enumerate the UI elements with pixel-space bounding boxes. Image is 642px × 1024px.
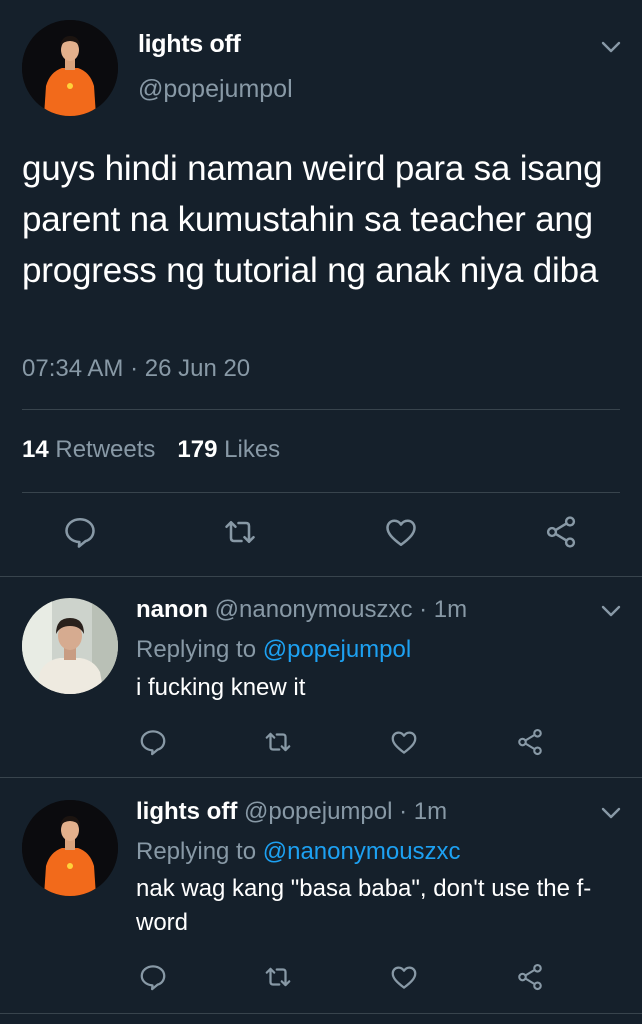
share-icon[interactable] [510,722,550,762]
share-icon[interactable] [541,512,581,552]
divider [0,777,642,778]
retweets-label: Retweets [55,436,156,463]
replying-to-label: Replying to [136,636,257,663]
divider [22,492,620,493]
share-icon[interactable] [510,957,550,997]
chevron-down-icon[interactable] [598,34,624,60]
retweet-icon[interactable] [220,512,260,552]
retweet-icon[interactable] [258,957,298,997]
likes-count: 179 [177,436,218,463]
replying-to: Replying to @popejumpol [136,636,411,664]
avatar[interactable] [22,598,118,694]
like-icon[interactable] [384,722,424,762]
display-name[interactable]: nanon [136,596,208,623]
likes-stat[interactable]: 179 Likes [177,436,280,463]
display-name[interactable]: lights off [136,798,237,825]
handle[interactable]: @popejumpol [244,798,392,825]
replying-to-label: Replying to [136,838,257,865]
main-tweet: lights off @popejumpol guys hindi naman … [0,0,642,576]
avatar-orange-hoodie-icon [22,800,118,896]
divider [0,576,642,577]
replying-to-link[interactable]: @popejumpol [263,636,411,663]
avatar-orange-hoodie-icon [22,20,118,116]
reply-header: nanon @nanonymouszxc · 1m [136,596,467,624]
handle[interactable]: @popejumpol [138,75,293,104]
retweets-count: 14 [22,436,49,463]
retweets-stat[interactable]: 14 Retweets [22,436,155,463]
reply-time[interactable]: · 1m [419,596,467,623]
avatar[interactable] [22,20,118,116]
reply-text: nak wag kang "basa baba", don't use the … [136,875,592,936]
reply-time[interactable]: · 1m [399,798,447,825]
divider [0,1013,642,1014]
handle[interactable]: @nanonymouszxc [215,596,413,623]
avatar[interactable] [22,800,118,896]
like-icon[interactable] [381,512,421,552]
like-icon[interactable] [384,957,424,997]
divider [22,409,620,410]
tweet-timestamp[interactable]: 07:34 AM · 26 Jun 20 [22,355,250,383]
reply-header: lights off @popejumpol · 1m [136,798,447,826]
reply-icon[interactable] [133,722,173,762]
avatar-person-photo-icon [22,598,118,694]
chevron-down-icon[interactable] [598,800,624,826]
tweet-text: guys hindi naman weird para sa isang par… [22,149,603,290]
reply-icon[interactable] [60,512,100,552]
reply-text: i fucking knew it [136,674,306,701]
display-name[interactable]: lights off [138,30,241,59]
chevron-down-icon[interactable] [598,598,624,624]
replying-to-link[interactable]: @nanonymouszxc [263,838,461,865]
tweet-stats: 14 Retweets 179 Likes [22,436,280,464]
replying-to: Replying to @nanonymouszxc [136,838,461,866]
retweet-icon[interactable] [258,722,298,762]
likes-label: Likes [224,436,281,463]
reply-icon[interactable] [133,957,173,997]
